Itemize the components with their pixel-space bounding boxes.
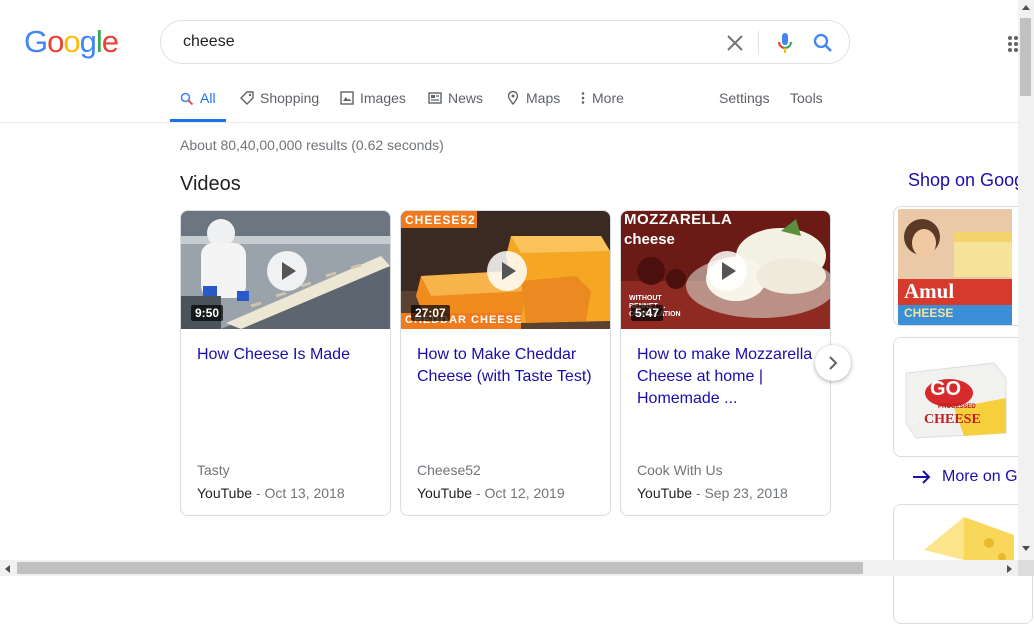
more-on-google-link[interactable]: More on Google xyxy=(912,468,1034,486)
search-icon xyxy=(813,33,832,52)
video-title[interactable]: How to make Mozzarella Cheese at home | … xyxy=(637,344,823,410)
video-card[interactable]: 9:50 How Cheese Is Made Tasty YouTube - … xyxy=(180,210,391,516)
scroll-right-arrow-icon[interactable] xyxy=(1006,564,1014,574)
product-small-text: PROCESSED xyxy=(938,404,976,410)
video-duration: 5:47 xyxy=(631,305,664,321)
clear-search-button[interactable] xyxy=(723,31,747,55)
shop-panel-title[interactable]: Shop on Google xyxy=(908,170,1034,191)
horizontal-scroll-thumb[interactable] xyxy=(17,562,863,574)
chevron-right-icon xyxy=(829,356,838,370)
product-card[interactable]: Amul CHEESE xyxy=(893,206,1033,326)
search-box-separator xyxy=(758,31,759,55)
video-thumbnail[interactable]: CHEESE52 CHEDDAR CHEESE 27:07 xyxy=(401,211,610,329)
tab-news[interactable]: News xyxy=(428,84,483,122)
product-label-text: CHEESE xyxy=(924,412,981,427)
video-date: Oct 13, 2018 xyxy=(264,485,345,501)
tab-all[interactable]: All xyxy=(180,84,216,122)
search-button[interactable] xyxy=(811,31,835,55)
tab-label: News xyxy=(448,90,484,106)
video-channel: Cheese52 xyxy=(417,462,481,478)
video-date: Sep 23, 2018 xyxy=(704,485,788,501)
arrow-right-icon xyxy=(913,470,931,484)
video-title[interactable]: How to Make Cheddar Cheese (with Taste T… xyxy=(417,344,603,388)
scroll-down-arrow-icon[interactable] xyxy=(1021,545,1031,553)
product-brand-text: GO xyxy=(930,378,962,400)
video-thumbnail[interactable]: MOZZARELLA cheese WITHOUT RENNET ... COA… xyxy=(621,211,830,329)
newspaper-icon xyxy=(428,92,442,104)
logo-letter: o xyxy=(63,24,80,59)
close-icon xyxy=(727,35,743,51)
tab-maps[interactable]: Maps xyxy=(506,84,560,122)
tools-label: Tools xyxy=(790,90,823,106)
tools-link[interactable]: Tools xyxy=(790,84,823,122)
tab-label: More xyxy=(592,90,624,106)
tab-label: Shopping xyxy=(260,90,320,106)
go-cheese-product-image xyxy=(894,338,1032,456)
video-channel: Cook With Us xyxy=(637,462,723,478)
result-stats: About 80,40,00,000 results (0.62 seconds… xyxy=(180,137,444,153)
vertical-scroll-thumb[interactable] xyxy=(1020,18,1031,96)
videos-heading: Videos xyxy=(180,173,241,195)
apps-grid-button[interactable] xyxy=(1008,36,1018,52)
tab-more[interactable]: More xyxy=(580,84,624,122)
video-thumbnail[interactable]: 9:50 xyxy=(181,211,390,329)
video-card[interactable]: MOZZARELLA cheese WITHOUT RENNET ... COA… xyxy=(620,210,831,516)
vertical-dots-icon xyxy=(581,92,585,104)
date-separator: - xyxy=(692,485,705,501)
tab-label: All xyxy=(200,90,216,106)
microphone-icon xyxy=(778,33,792,53)
video-date: Oct 12, 2019 xyxy=(484,485,565,501)
video-duration: 9:50 xyxy=(191,305,224,321)
date-separator: - xyxy=(252,485,265,501)
tab-label: Images xyxy=(360,90,406,106)
video-meta: YouTube - Oct 13, 2018 xyxy=(197,485,345,501)
thumbnail-caption: CHEESE52 xyxy=(405,213,476,227)
video-card[interactable]: CHEESE52 CHEDDAR CHEESE 27:07 How to Mak… xyxy=(400,210,611,516)
video-source: YouTube xyxy=(637,485,693,501)
tab-shopping[interactable]: Shopping xyxy=(240,84,319,122)
product-card[interactable]: GO PROCESSED CHEESE xyxy=(893,337,1033,457)
image-icon xyxy=(340,91,354,105)
tag-icon xyxy=(240,91,254,105)
scroll-left-arrow-icon[interactable] xyxy=(4,564,12,574)
logo-letter: g xyxy=(79,24,97,59)
scrollbar-corner xyxy=(1018,560,1034,576)
play-icon xyxy=(267,251,307,291)
logo-letter: e xyxy=(101,24,119,59)
map-pin-icon xyxy=(507,91,519,105)
date-separator: - xyxy=(472,485,485,501)
thumbnail-caption: MOZZARELLA xyxy=(624,211,733,228)
tab-label: Maps xyxy=(526,90,561,106)
header-divider xyxy=(0,122,1018,123)
settings-link[interactable]: Settings xyxy=(719,84,770,122)
voice-search-button[interactable] xyxy=(773,31,797,55)
play-icon xyxy=(487,251,527,291)
next-videos-button[interactable] xyxy=(815,345,851,381)
video-channel: Tasty xyxy=(197,462,230,478)
product-brand-text: Amul xyxy=(904,279,955,303)
video-duration: 27:07 xyxy=(411,305,450,321)
scroll-up-arrow-icon[interactable] xyxy=(1021,4,1031,12)
video-meta: YouTube - Sep 23, 2018 xyxy=(637,485,788,501)
thumbnail-caption: cheese xyxy=(624,231,675,248)
play-icon xyxy=(707,251,747,291)
search-icon xyxy=(180,92,194,106)
search-input[interactable] xyxy=(181,32,705,52)
tab-images[interactable]: Images xyxy=(340,84,406,122)
video-source: YouTube xyxy=(417,485,473,501)
settings-label: Settings xyxy=(719,90,770,106)
search-box xyxy=(160,20,850,64)
product-label-text: CHEESE xyxy=(904,306,954,320)
logo-letter: o xyxy=(47,24,64,59)
google-logo[interactable]: Google xyxy=(24,24,119,60)
logo-letter: G xyxy=(24,24,48,59)
video-meta: YouTube - Oct 12, 2019 xyxy=(417,485,565,501)
video-source: YouTube xyxy=(197,485,253,501)
video-title[interactable]: How Cheese Is Made xyxy=(197,344,383,366)
